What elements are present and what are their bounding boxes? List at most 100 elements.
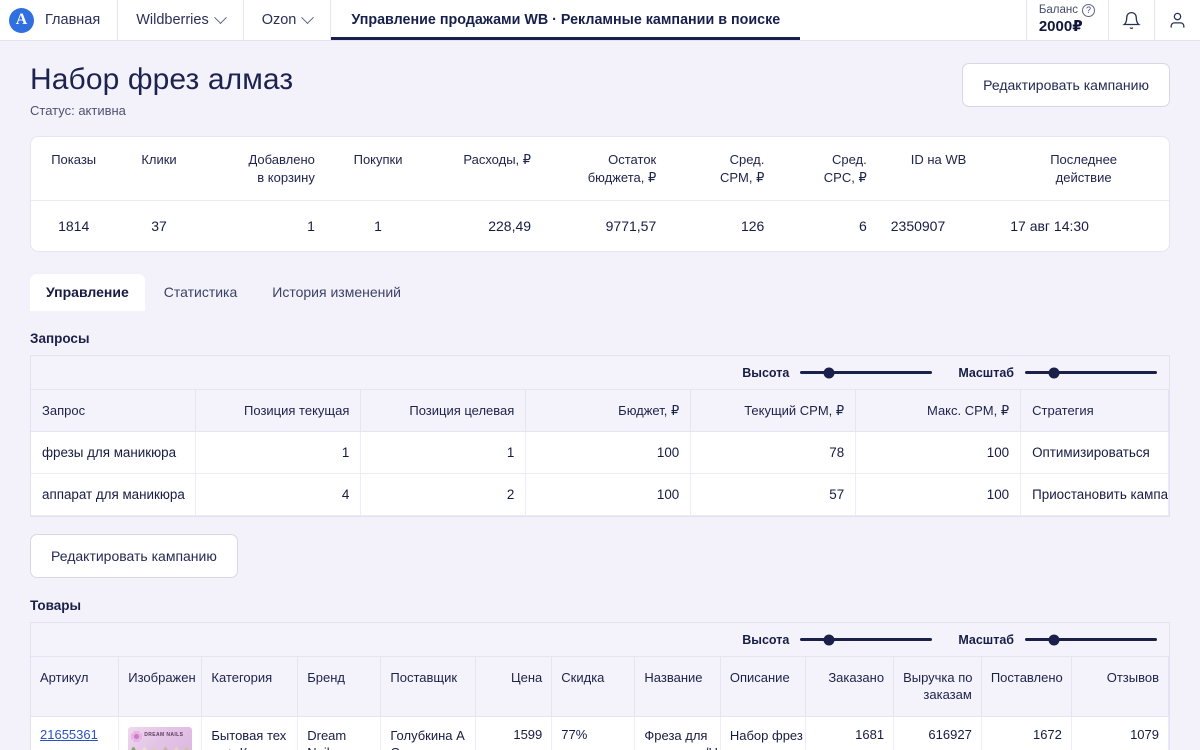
bit bbox=[184, 746, 191, 750]
table-row[interactable]: аппарат для маникюра 4 2 100 57 100 Прио… bbox=[31, 473, 1169, 517]
queries-height-slider[interactable] bbox=[800, 367, 933, 379]
bit bbox=[141, 746, 148, 750]
col-strategy[interactable]: Стратегия bbox=[1020, 390, 1169, 433]
goods-height-label: Высота bbox=[742, 632, 790, 647]
cell-budget: 100 bbox=[525, 473, 692, 517]
page-title: Набор фрез алмаз bbox=[30, 63, 294, 96]
cell-delivered: 1672 bbox=[981, 716, 1072, 750]
col-image[interactable]: Изображен bbox=[118, 657, 203, 717]
edit-campaign-button-top[interactable]: Редактировать кампанию bbox=[962, 63, 1170, 107]
col-revenue-l1: Выручка по bbox=[903, 670, 973, 686]
cell-position-current: 4 bbox=[195, 473, 362, 517]
cell-supplier-l2: Сергеевна bbox=[390, 744, 466, 750]
table-row[interactable]: 21655361 DREAM NAILS Бытовая тех Dream Г… bbox=[31, 716, 1169, 750]
col-current-cpm[interactable]: Текущий CPM, ₽ bbox=[690, 390, 857, 433]
table-row[interactable]: фрезы для маникюра 1 1 100 78 100 Оптими… bbox=[31, 431, 1169, 475]
col-budget[interactable]: Бюджет, ₽ bbox=[525, 390, 692, 433]
logo[interactable]: A bbox=[0, 0, 34, 40]
bit bbox=[173, 746, 180, 750]
flower-icon bbox=[131, 730, 143, 742]
col-description[interactable]: Описание bbox=[720, 657, 807, 717]
col-revenue[interactable]: Выручка по заказам bbox=[893, 657, 982, 717]
queries-scale-slider-thumb[interactable] bbox=[1048, 367, 1060, 379]
cell-budget: 100 bbox=[525, 431, 692, 475]
summary-table-head: Показы Клики Добавлено в корзину Покупки… bbox=[31, 137, 1169, 202]
goods-scale-slider-thumb[interactable] bbox=[1048, 634, 1060, 646]
col-ordered[interactable]: Заказано bbox=[805, 657, 895, 717]
tab-statistics[interactable]: Статистика bbox=[148, 274, 254, 311]
cell-supplier-l1: Голубкина А bbox=[390, 727, 465, 743]
queries-table: Запрос Позиция текущая Позиция целевая Б… bbox=[31, 390, 1169, 517]
col-name[interactable]: Название bbox=[634, 657, 721, 717]
nav-item-home[interactable]: Главная bbox=[34, 0, 119, 40]
nav-item-ozon[interactable]: Ozon bbox=[244, 0, 332, 40]
col-avg-cpc: Сред. CPC, ₽ bbox=[776, 137, 879, 202]
top-navigation-bar: A Главная Wildberries Ozon Управление пр… bbox=[0, 0, 1200, 41]
col-impressions: Показы bbox=[31, 137, 117, 202]
col-avg-cpm-l1: Сред. bbox=[729, 152, 765, 167]
col-wb-id: ID на WB bbox=[878, 137, 999, 202]
cell-max-cpm: 100 bbox=[855, 473, 1022, 517]
cell-category: Бытовая тех > Красота bbox=[201, 716, 299, 750]
tab-bar: Управление Статистика История изменений bbox=[30, 274, 1170, 312]
cell-query: аппарат для маникюра bbox=[31, 473, 197, 517]
col-category[interactable]: Категория bbox=[201, 657, 299, 717]
nav-item-home-label: Главная bbox=[45, 12, 101, 28]
edit-campaign-button[interactable]: Редактировать кампанию bbox=[30, 534, 238, 579]
tab-management[interactable]: Управление bbox=[30, 274, 145, 312]
balance-widget[interactable]: Баланс ? 2000₽ bbox=[1025, 0, 1108, 40]
col-position-target[interactable]: Позиция целевая bbox=[360, 390, 527, 433]
goods-height-slider-thumb[interactable] bbox=[823, 634, 835, 646]
col-wb-id-l1: ID на WB bbox=[910, 152, 967, 167]
col-price[interactable]: Цена bbox=[475, 657, 553, 717]
value-budget-left: 9771,57 bbox=[605, 218, 657, 235]
col-last-action-l2: действие bbox=[1055, 169, 1112, 185]
col-avg-cpm: Сред. CPM, ₽ bbox=[668, 137, 777, 202]
notifications-button[interactable] bbox=[1108, 0, 1154, 40]
col-clicks: Клики bbox=[116, 137, 202, 202]
user-account-button[interactable] bbox=[1154, 0, 1200, 40]
cell-description: Набор фрез аппаратного bbox=[720, 716, 807, 750]
balance-value: 2000₽ bbox=[1038, 18, 1083, 35]
goods-scale-label: Масштаб bbox=[958, 632, 1014, 647]
col-reviews[interactable]: Отзывов bbox=[1071, 657, 1169, 717]
chevron-down-icon bbox=[213, 10, 227, 24]
col-avg-cpc-l1: Сред. bbox=[831, 152, 867, 167]
goods-section-title: Товары bbox=[30, 598, 82, 614]
col-position-current[interactable]: Позиция текущая bbox=[195, 390, 362, 433]
value-avg-cpm: 126 bbox=[740, 218, 765, 235]
col-query[interactable]: Запрос bbox=[31, 390, 197, 433]
col-article[interactable]: Артикул bbox=[31, 657, 120, 717]
summary-metrics-table: Показы Клики Добавлено в корзину Покупки… bbox=[31, 137, 1169, 251]
breadcrumb[interactable]: Управление продажами WB · Рекламные камп… bbox=[331, 0, 800, 40]
col-delivered[interactable]: Поставлено bbox=[981, 657, 1072, 717]
queries-scale-slider[interactable] bbox=[1025, 367, 1157, 379]
nav-item-wildberries[interactable]: Wildberries bbox=[118, 0, 244, 40]
col-supplier[interactable]: Поставщик bbox=[380, 657, 477, 717]
col-max-cpm[interactable]: Макс. CPM, ₽ bbox=[855, 390, 1022, 433]
bit bbox=[162, 746, 169, 750]
goods-scale-slider[interactable] bbox=[1025, 634, 1157, 646]
col-discount[interactable]: Скидка bbox=[551, 657, 636, 717]
cell-image: DREAM NAILS bbox=[118, 716, 203, 750]
queries-scale-label: Масштаб bbox=[958, 365, 1014, 380]
cell-price: 1599 bbox=[475, 716, 553, 750]
col-impressions-l1: Показы bbox=[51, 152, 97, 167]
summary-metrics-card: Показы Клики Добавлено в корзину Покупки… bbox=[30, 136, 1170, 253]
col-purchases: Покупки bbox=[326, 137, 430, 202]
product-image-bits bbox=[130, 746, 190, 750]
summary-table-body: 1814 37 1 1 228,49 9771,57 126 6 2350907… bbox=[31, 201, 1169, 251]
tab-change-history[interactable]: История изменений bbox=[256, 274, 417, 311]
col-brand[interactable]: Бренд bbox=[297, 657, 382, 717]
goods-table-head: Артикул Изображен Категория Бренд Постав… bbox=[31, 657, 1169, 717]
page-title-block: Набор фрез алмаз Статус: активна bbox=[30, 63, 293, 118]
article-link[interactable]: 21655361 bbox=[40, 727, 98, 742]
cell-strategy: Оптимизироваться bbox=[1020, 431, 1169, 475]
bell-icon bbox=[1122, 11, 1141, 29]
product-image[interactable]: DREAM NAILS bbox=[128, 726, 193, 750]
queries-height-slider-thumb[interactable] bbox=[823, 367, 835, 379]
cell-discount: 77% bbox=[551, 716, 636, 750]
question-circle-icon[interactable]: ? bbox=[1082, 4, 1095, 17]
goods-height-slider[interactable] bbox=[800, 634, 933, 646]
